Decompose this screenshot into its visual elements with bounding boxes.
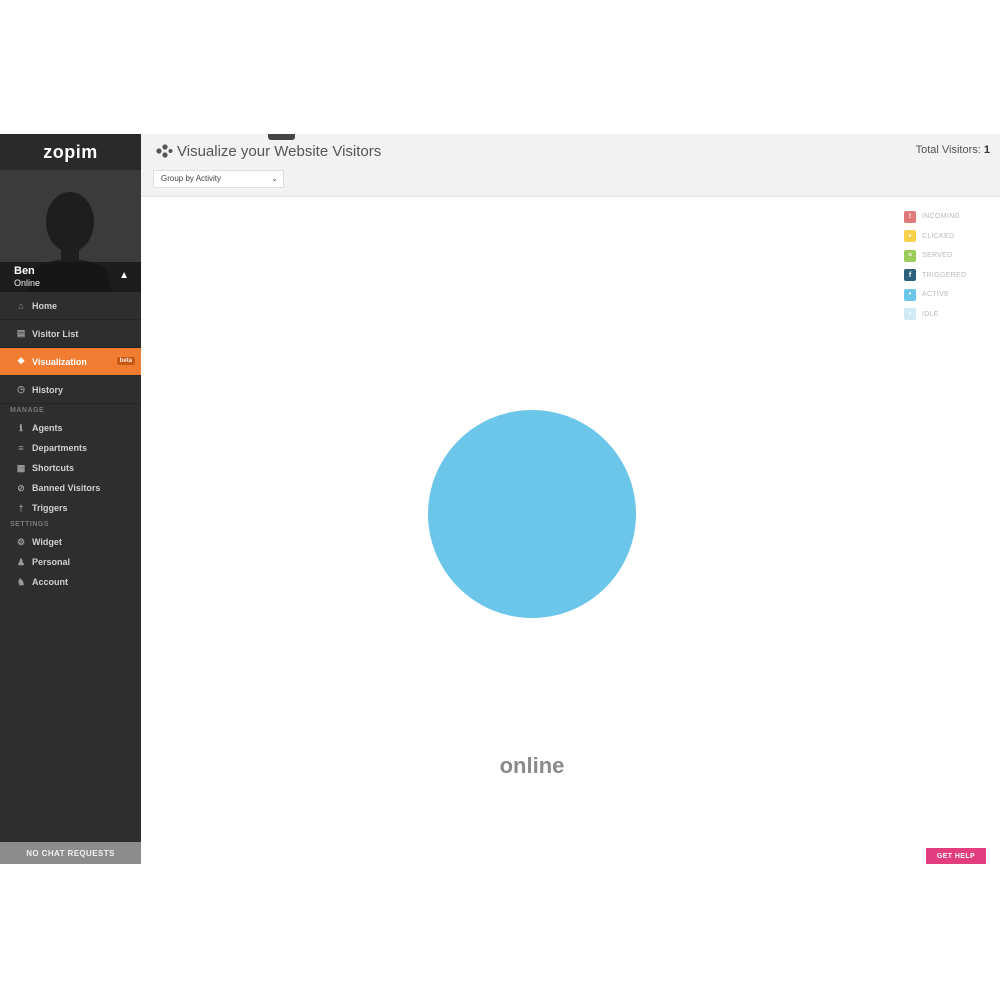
personal-icon: ♟ [16, 556, 26, 567]
page-title: Visualize your Website Visitors [177, 143, 382, 160]
sidebar-item-label: Departments [32, 443, 88, 453]
sidebar-item-widget[interactable]: ⚙ Widget [0, 532, 141, 552]
page-header: Visualize your Website Visitors Group by… [141, 134, 1000, 197]
manage-section-header: MANAGE [10, 407, 45, 414]
sidebar-item-agents[interactable]: ℹ Agents [0, 418, 141, 438]
shortcuts-icon: ▦ [16, 462, 26, 473]
settings-section-header: SETTINGS [10, 521, 50, 528]
sidebar-item-label: Triggers [32, 503, 68, 513]
total-visitors-label: Total Visitors: [915, 144, 981, 156]
profile-card[interactable]: Ben Online ▲ [0, 170, 141, 292]
get-help-button[interactable]: GET HELP [926, 848, 986, 864]
sidebar-item-label: Personal [32, 557, 71, 567]
brand-logo[interactable]: zopim [0, 134, 141, 170]
sidebar-item-banned-visitors[interactable]: ⊘ Banned Visitors [0, 478, 141, 498]
sidebar-item-home[interactable]: ⌂ Home [0, 292, 141, 320]
idle-icon: • [904, 308, 916, 321]
sidebar-item-label: Agents [32, 423, 63, 433]
legend-item-triggered: f TRIGGERED [904, 266, 966, 286]
top-tab-handle[interactable] [268, 134, 295, 140]
sidebar-item-label: Account [32, 577, 68, 587]
profile-bar: Ben Online ▲ [0, 262, 141, 292]
triggers-icon: † [18, 503, 24, 513]
triggered-icon: f [904, 269, 916, 282]
home-icon: ⌂ [18, 300, 24, 311]
beta-badge: beta [116, 357, 135, 365]
sidebar-item-history[interactable]: ◷ History [0, 376, 141, 404]
group-label: online [499, 753, 565, 778]
sidebar-item-visitor-list[interactable]: ▤ Visitor List [0, 320, 141, 348]
sidebar-item-label: Visualization [32, 356, 87, 367]
account-icon: ♞ [16, 576, 26, 587]
sidebar-item-label: Visitor List [32, 328, 79, 339]
sidebar-item-shortcuts[interactable]: ▦ Shortcuts [0, 458, 141, 478]
visitor-bubble[interactable] [428, 410, 636, 618]
group-by-value: Group by Activity [161, 174, 222, 183]
legend-item-served: ≡ SERVED [904, 246, 966, 266]
total-visitors: Total Visitors: 1 [916, 144, 990, 156]
sidebar-item-label: Banned Visitors [32, 483, 101, 493]
active-icon: • [904, 288, 916, 301]
sidebar-item-label: Home [32, 300, 58, 311]
clicked-icon: • [904, 230, 916, 243]
sidebar-item-account[interactable]: ♞ Account [0, 572, 141, 592]
departments-icon: ≡ [18, 443, 24, 453]
chevron-down-icon: ⌄ [271, 174, 278, 183]
widget-icon: ⚙ [16, 536, 26, 547]
incoming-icon: ! [904, 210, 916, 223]
chevron-up-icon[interactable]: ▲ [119, 270, 129, 281]
sidebar-item-label: Shortcuts [32, 463, 75, 473]
chat-requests-bar[interactable]: NO CHAT REQUESTS [0, 842, 141, 864]
agent-icon: ℹ [19, 422, 23, 433]
app-window: zopim Ben Online ▲ ⌂ Home ▤ Visitor List… [0, 134, 1000, 864]
total-visitors-count: 1 [983, 144, 990, 156]
clock-icon: ◷ [17, 384, 25, 394]
banned-icon: ⊘ [17, 482, 25, 493]
legend-item-clicked: • CLICKED [904, 227, 966, 247]
sidebar-item-label: History [32, 384, 64, 395]
activity-legend: ! INCOMING • CLICKED ≡ SERVED f TRIGGERE… [904, 207, 966, 324]
legend-item-active: • ACTIVE [904, 285, 966, 305]
visualization-icon: ❖ [16, 356, 26, 366]
served-icon: ≡ [904, 249, 916, 262]
sidebar-item-label: Widget [32, 537, 62, 547]
list-icon: ▤ [16, 328, 26, 338]
sidebar-item-departments[interactable]: ≡ Departments [0, 438, 141, 458]
agent-status: Online [14, 278, 41, 288]
sidebar-item-personal[interactable]: ♟ Personal [0, 552, 141, 572]
sidebar-item-triggers[interactable]: † Triggers [0, 498, 141, 518]
group-by-select[interactable]: Group by Activity ⌄ [153, 170, 284, 188]
legend-item-incoming: ! INCOMING [904, 207, 966, 227]
agent-name: Ben [14, 265, 35, 277]
visualization-icon [156, 144, 173, 158]
sidebar-item-visualization[interactable]: ❖ Visualization beta [0, 348, 141, 376]
legend-item-idle: • IDLE [904, 305, 966, 325]
sidebar: zopim Ben Online ▲ ⌂ Home ▤ Visitor List… [0, 134, 141, 864]
